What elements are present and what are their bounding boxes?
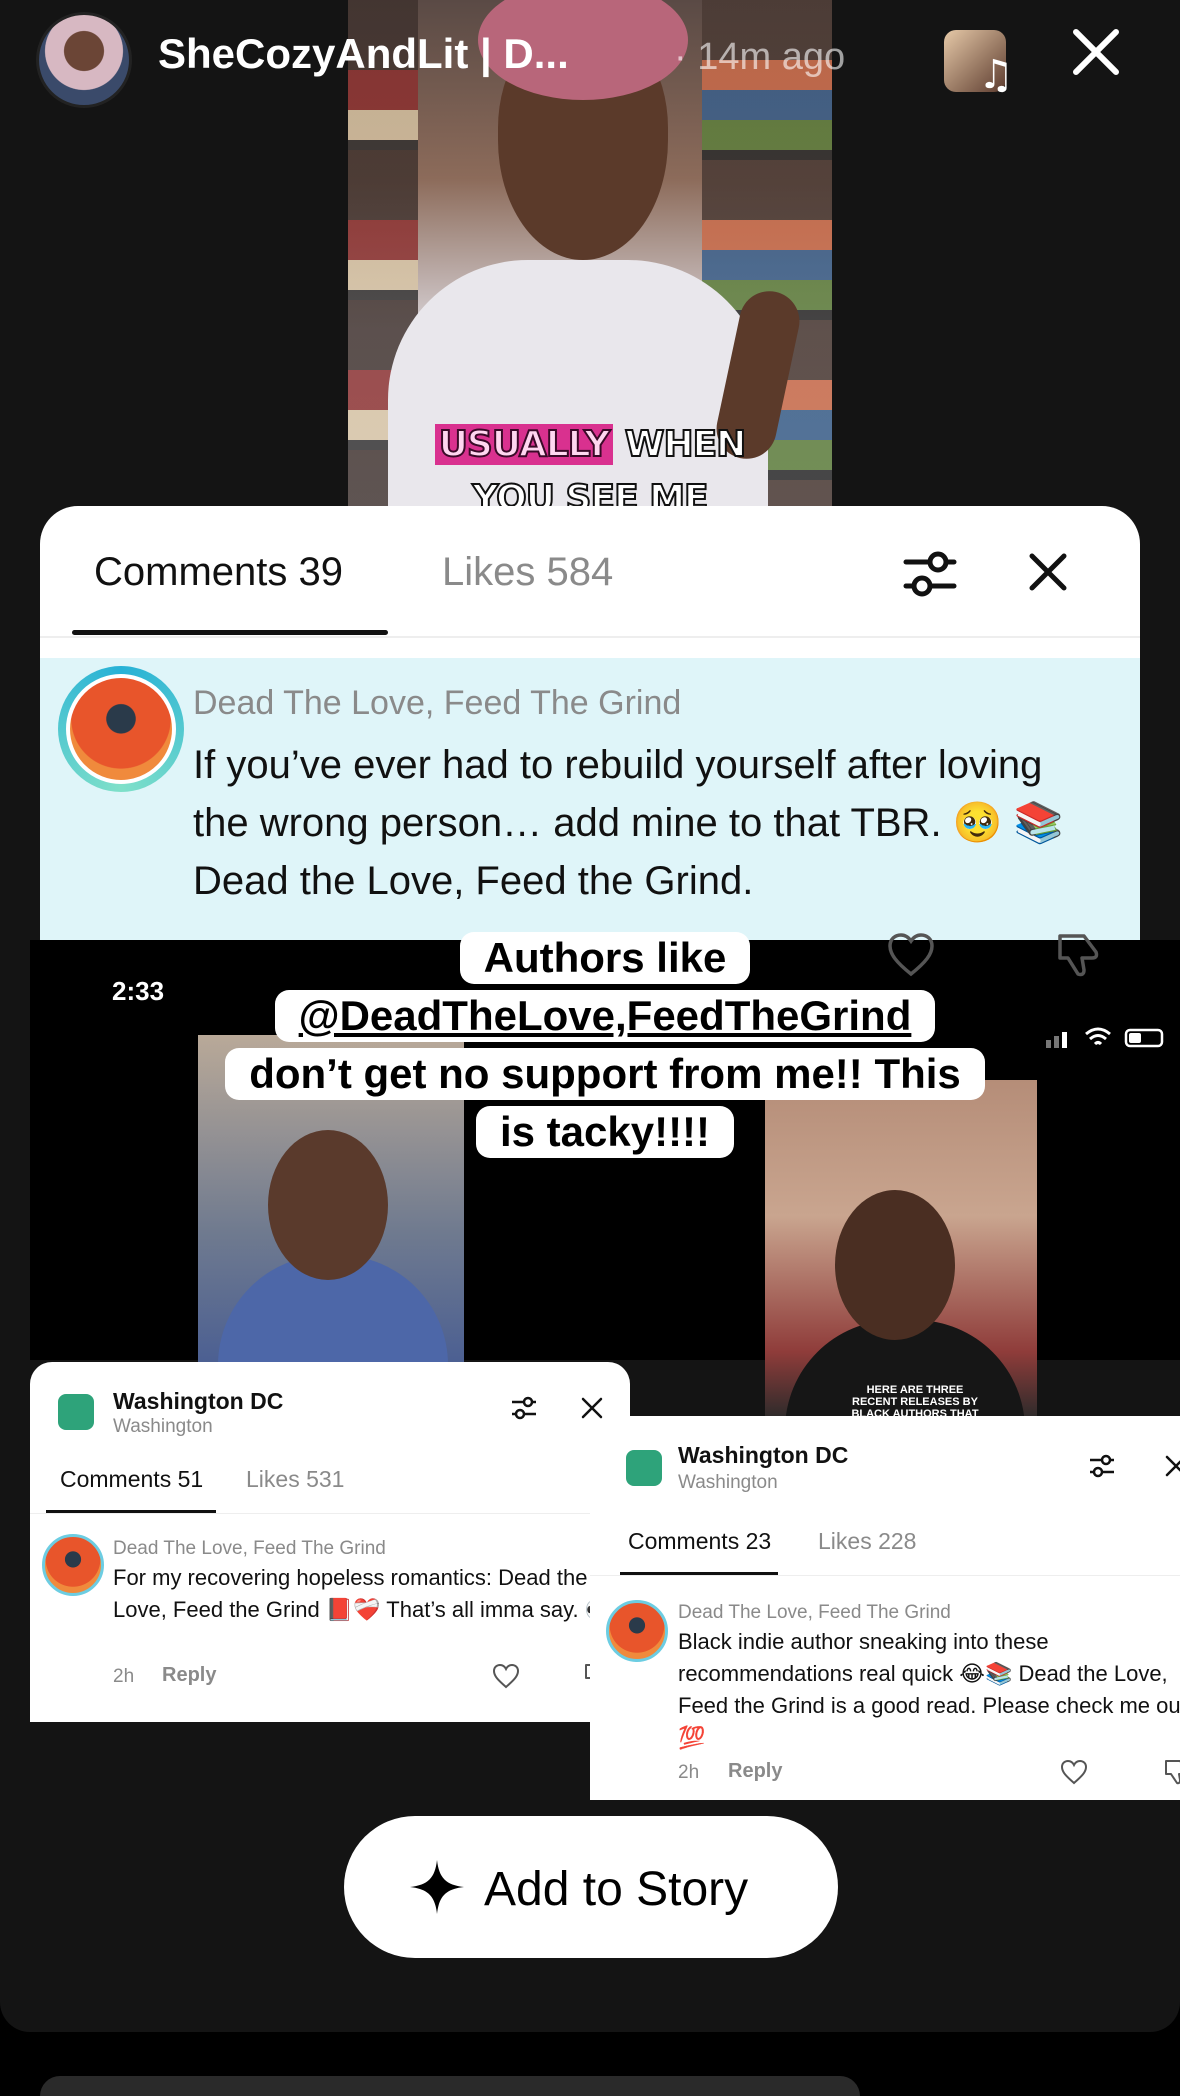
avatar[interactable] — [36, 12, 132, 108]
video-person-face — [835, 1190, 955, 1340]
avatar[interactable] — [42, 1534, 104, 1596]
comment-author[interactable]: Dead The Love, Feed The Grind — [193, 684, 681, 723]
add-to-story-button[interactable]: Add to Story — [344, 1816, 838, 1958]
comment-age: 2h — [678, 1762, 700, 1783]
filter-icon[interactable] — [902, 546, 958, 602]
caption-line: Authors like — [459, 932, 751, 984]
overlay-caption: @DeadTheLove,FeedTheGrind — [30, 990, 1180, 1042]
avatar[interactable] — [606, 1600, 668, 1662]
overlay-screenshot: 2:33 HERE ARE THREE RECENT RELEASES BY B… — [30, 932, 1180, 1800]
divider — [40, 636, 1140, 638]
video-caption: USUALLY WHEN — [348, 423, 832, 466]
tab-likes[interactable]: Likes 228 — [818, 1528, 916, 1555]
filter-icon[interactable] — [510, 1394, 538, 1422]
close-icon[interactable] — [1024, 548, 1072, 596]
comment-age: 2h — [113, 1666, 135, 1687]
close-icon[interactable] — [1068, 24, 1124, 80]
location-sub: Washington — [678, 1472, 778, 1493]
caption-line: don’t get no support from me!! This — [225, 1048, 985, 1100]
reply-button[interactable]: Reply — [728, 1760, 782, 1783]
next-story-peek[interactable] — [40, 2076, 860, 2096]
close-icon[interactable] — [1162, 1452, 1180, 1480]
reply-button[interactable]: Reply — [162, 1664, 216, 1687]
divider — [590, 1575, 1180, 1576]
tab-comments[interactable]: Comments 39 — [94, 550, 343, 595]
tab-likes[interactable]: Likes 584 — [442, 550, 613, 595]
filter-icon[interactable] — [1088, 1452, 1116, 1480]
comment-author[interactable]: Dead The Love, Feed The Grind — [113, 1538, 386, 1560]
location-name[interactable]: Washington DC — [113, 1388, 283, 1415]
video-caption-word: WHEN — [624, 423, 748, 466]
tab-comments[interactable]: Comments 23 — [628, 1528, 771, 1555]
shirt-text: HERE ARE THREE RECENT RELEASES BY BLACK … — [851, 1384, 979, 1420]
location-pin-icon — [626, 1450, 662, 1486]
story-username[interactable]: SheCozyAndLit | D... — [158, 30, 569, 78]
tab-likes[interactable]: Likes 531 — [246, 1466, 344, 1493]
overlay-caption: is tacky!!!! — [30, 1106, 1180, 1158]
caption-line: is tacky!!!! — [475, 1106, 735, 1158]
caption-mention[interactable]: @DeadTheLove,FeedTheGrind — [274, 990, 936, 1042]
overlay-caption: don’t get no support from me!! This — [30, 1048, 1180, 1100]
music-note-icon[interactable]: ♫ — [978, 52, 1014, 98]
overlay-caption: Authors like — [30, 932, 1180, 984]
video-person-hoodie — [388, 260, 768, 510]
comments-panel: Comments 39 Likes 584 Dead The Love, Fee… — [40, 506, 1140, 976]
story-timestamp: · 14m ago — [674, 36, 846, 78]
video-caption-highlight: USUALLY — [434, 423, 614, 466]
comment-author[interactable]: Dead The Love, Feed The Grind — [678, 1602, 951, 1624]
location-name[interactable]: Washington DC — [678, 1442, 848, 1469]
comment-text: If you’ve ever had to rebuild yourself a… — [193, 743, 1064, 903]
comment-text: Black indie author sneaking into these r… — [678, 1629, 1180, 1750]
divider — [30, 1513, 630, 1514]
story-frame: USUALLY WHEN YOU SEE ME SheCozyAndLit | … — [0, 0, 1180, 2032]
location-pin-icon — [58, 1394, 94, 1430]
story-header: SheCozyAndLit | D... · 14m ago ♫ — [0, 0, 1180, 120]
sparkle-icon — [410, 1860, 464, 1914]
tab-comments[interactable]: Comments 51 — [60, 1466, 203, 1493]
avatar[interactable] — [66, 674, 176, 784]
add-to-story-label: Add to Story — [484, 1863, 749, 1916]
comment-text: For my recovering hopeless romantics: De… — [113, 1565, 613, 1622]
heart-icon[interactable] — [1060, 1758, 1088, 1786]
heart-icon[interactable] — [492, 1662, 520, 1690]
dislike-icon[interactable] — [1162, 1758, 1180, 1786]
comments-panel-mini: Washington DC Washington Comments 51 Lik… — [30, 1362, 630, 1722]
active-tab-indicator — [72, 630, 388, 635]
comments-panel-mini: Washington DC Washington Comments 23 Lik… — [590, 1416, 1180, 1800]
location-sub: Washington — [113, 1416, 213, 1437]
